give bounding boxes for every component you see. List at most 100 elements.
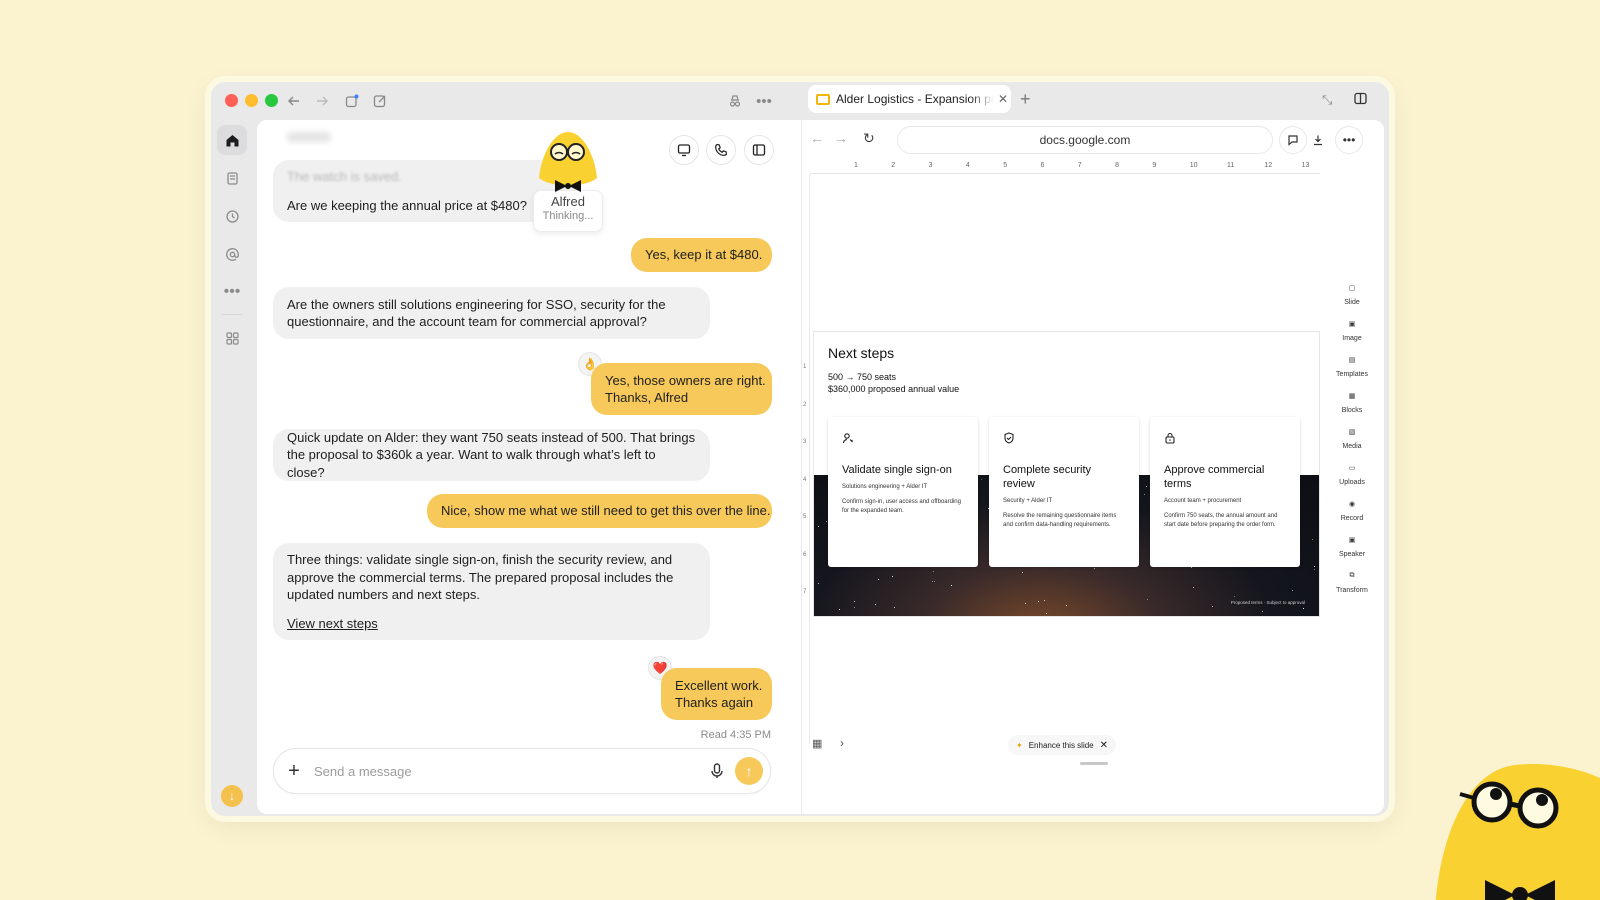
image-icon: ▣ [1348, 321, 1356, 328]
sidebar-toggle-icon[interactable] [744, 135, 774, 165]
chevron-right-icon[interactable]: › [840, 736, 844, 750]
step-card-commercial[interactable]: Approve commercial terms Account team + … [1150, 417, 1300, 567]
ruler-number: 4 [965, 162, 970, 169]
tool-uploads[interactable]: ▭ Uploads [1330, 464, 1374, 486]
tab-slides[interactable]: Alder Logistics - Expansion proposal ✕ [808, 85, 1011, 113]
message-incoming: Are the owners still solutions engineeri… [273, 287, 710, 339]
card-description: Confirm sign-in, user access and offboar… [842, 499, 961, 514]
message-text: Nice, show me what we still need to get … [441, 503, 771, 519]
download-icon[interactable]: ↓ [221, 785, 243, 807]
more-icon[interactable]: ••• [217, 277, 247, 307]
incognito-icon[interactable] [724, 90, 746, 112]
horizontal-ruler: 1 2 3 4 5 6 7 8 9 10 11 12 13 [810, 162, 1320, 174]
chat-panel: The watch is saved. Are we keeping the a… [257, 120, 801, 814]
ruler-number: 11 [1227, 162, 1235, 169]
split-view-icon[interactable] [1354, 92, 1367, 108]
forward-icon[interactable]: → [834, 130, 848, 146]
message-text: Three things: validate single sign-on, f… [287, 552, 674, 602]
card-description: Confirm 750 seats, the annual amount and… [1164, 513, 1278, 528]
tool-slide[interactable]: ▢ Slide [1330, 284, 1374, 306]
add-attachment-button[interactable]: + [284, 761, 304, 781]
star [1038, 601, 1040, 603]
blocks-icon: ▦ [1348, 393, 1356, 400]
ruler-number: 5 [1003, 162, 1008, 169]
folder-icon: ▭ [1348, 465, 1356, 472]
phone-icon[interactable] [706, 135, 736, 165]
faded-preview-text: The watch is saved. [287, 169, 402, 184]
minimize-window-button[interactable] [245, 94, 258, 107]
tool-image[interactable]: ▣ Image [1330, 320, 1374, 342]
comment-icon[interactable] [1279, 126, 1307, 154]
star [1022, 572, 1024, 574]
tool-label: Speaker [1338, 551, 1366, 558]
tool-label: Media [1342, 443, 1362, 450]
enhance-slide-pill[interactable]: ✦ Enhance this slide ✕ [1008, 735, 1117, 755]
at-icon[interactable] [217, 239, 247, 269]
star [854, 607, 856, 609]
close-tab-icon[interactable]: ✕ [998, 92, 1008, 106]
star [818, 583, 820, 585]
back-icon[interactable] [283, 90, 305, 112]
grid-view-icon[interactable]: ▦ [812, 737, 822, 750]
vertical-ruler: 1 2 3 4 5 6 7 [802, 174, 810, 744]
step-card-security[interactable]: Complete security review Security + Alde… [989, 417, 1139, 567]
scroll-indicator[interactable] [1080, 762, 1108, 765]
close-window-button[interactable] [225, 94, 238, 107]
screen-icon[interactable] [669, 135, 699, 165]
star [1211, 605, 1213, 607]
close-icon[interactable]: ✕ [1100, 740, 1108, 751]
app-window: ••• ••• ↓ ✺ [211, 82, 1389, 816]
star [853, 600, 855, 602]
send-button[interactable]: ↑ [735, 757, 763, 785]
star [1143, 494, 1145, 496]
tool-speaker[interactable]: ▣ Speaker [1330, 536, 1374, 558]
tool-media[interactable]: ▧ Media [1330, 428, 1374, 450]
forward-icon[interactable] [311, 90, 333, 112]
card-description: Resolve the remaining questionnaire item… [1003, 513, 1117, 528]
tool-record[interactable]: ◉ Record [1330, 500, 1374, 522]
home-icon[interactable] [217, 125, 247, 155]
address-bar[interactable]: docs.google.com [897, 126, 1273, 154]
slide-canvas[interactable]: Next steps 500 → 750 seats $360,000 prop… [813, 331, 1320, 617]
compose-icon[interactable] [369, 90, 391, 112]
media-icon: ▧ [1348, 429, 1356, 436]
star [894, 606, 896, 608]
message-outgoing: Nice, show me what we still need to get … [427, 494, 772, 528]
tool-label: Slide [1344, 299, 1360, 306]
card-title: Complete security review [1003, 464, 1092, 490]
message-input[interactable]: Send a message [314, 764, 412, 779]
message-outgoing: Excellent work. Thanks again [661, 668, 772, 720]
view-next-steps-link[interactable]: View next steps [287, 615, 696, 633]
alfred-mascot-icon [539, 132, 597, 192]
tool-blocks[interactable]: ▦ Blocks [1330, 392, 1374, 414]
blurred-header [287, 132, 331, 142]
reload-icon[interactable]: ↻ [863, 130, 875, 147]
download-icon[interactable] [1304, 126, 1332, 154]
ruler-number: 7 [1077, 162, 1082, 169]
tool-templates[interactable]: ▤ Templates [1330, 356, 1374, 378]
new-tab-button[interactable]: + [1020, 89, 1031, 110]
ruler-number: 4 [803, 476, 807, 483]
zoom-window-button[interactable] [265, 94, 278, 107]
new-tab-icon[interactable] [341, 90, 363, 112]
star [1314, 569, 1316, 571]
ruler-number: 1 [803, 364, 807, 370]
more-icon[interactable]: ••• [753, 90, 775, 112]
star [1044, 599, 1046, 601]
slide-title: Next steps [828, 345, 895, 361]
alfred-status: Thinking... [542, 210, 594, 222]
step-card-sso[interactable]: Validate single sign-on Solutions engine… [828, 417, 978, 567]
back-icon[interactable]: ← [810, 130, 824, 146]
apps-icon[interactable] [217, 323, 247, 353]
slide-footer: Proposed terms · Subject to approval [1230, 600, 1305, 605]
more-icon[interactable]: ••• [1335, 126, 1363, 154]
history-icon[interactable] [217, 201, 247, 231]
read-receipt: Read 4:35 PM [700, 729, 771, 741]
message-composer[interactable]: + Send a message ↑ [273, 748, 771, 794]
tool-transform[interactable]: ⧉ Transform [1330, 572, 1374, 594]
library-icon[interactable] [217, 163, 247, 193]
enhance-label: Enhance this slide [1028, 740, 1094, 750]
slides-icon [816, 93, 830, 105]
microphone-icon[interactable] [708, 762, 726, 780]
minimize-pane-icon[interactable]: ⤡ [1322, 92, 1332, 108]
